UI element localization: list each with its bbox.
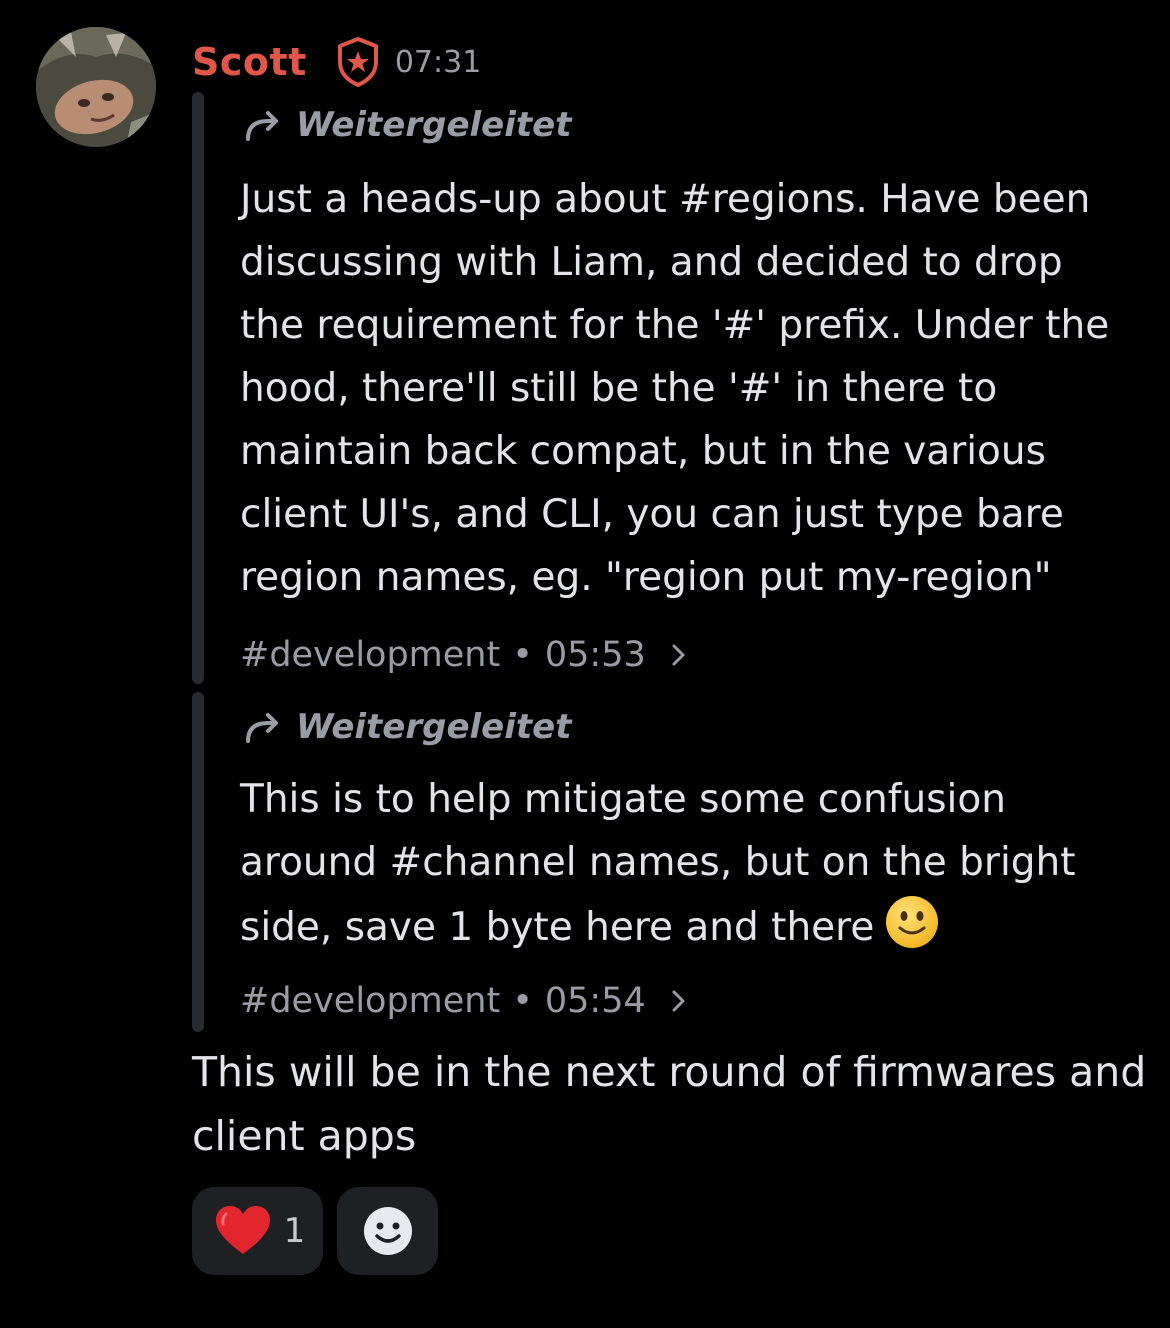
forward-body: Just a heads-up about #regions. Have bee… (240, 177, 1110, 600)
forward-label: Weitergeleitet (240, 100, 571, 150)
forward-body-text: This is to help mitigate some confusion … (240, 777, 1076, 950)
forward-label-text: Weitergeleitet (296, 105, 572, 145)
forward-channel[interactable]: #development (240, 635, 500, 675)
forward-bar (192, 692, 204, 1032)
forward-time: 05:53 (544, 635, 646, 675)
forward-channel[interactable]: #development (240, 981, 500, 1021)
reactions-bar: 1 (192, 1187, 438, 1275)
message-text: This will be in the next round of firmwa… (192, 1048, 1147, 1160)
username[interactable]: Scott (192, 40, 307, 84)
chevron-right-icon[interactable] (668, 640, 690, 670)
forward-time: 05:54 (544, 981, 646, 1021)
message-timestamp: 07:31 (394, 44, 482, 80)
separator-dot: • (512, 981, 533, 1021)
forward-label: Weitergeleitet (240, 702, 571, 752)
reaction-heart-button[interactable]: 1 (192, 1187, 323, 1275)
reaction-count: 1 (283, 1211, 306, 1251)
message-header: Scott 07:31 (192, 34, 481, 90)
forward-arrow-icon (240, 105, 284, 145)
slightly-smiling-face-icon (884, 894, 940, 950)
forwarded-message[interactable]: Weitergeleitet This is to help mitigate … (192, 692, 1152, 1032)
chevron-right-icon[interactable] (668, 986, 690, 1016)
forward-source[interactable]: #development • 05:54 (240, 976, 690, 1026)
forward-bar (192, 92, 204, 684)
shield-star-icon[interactable] (335, 36, 381, 88)
forwarded-message[interactable]: Weitergeleitet Just a heads-up about #re… (192, 92, 1152, 684)
forward-label-text: Weitergeleitet (296, 707, 572, 747)
red-heart-icon (214, 1204, 272, 1258)
forward-source[interactable]: #development • 05:53 (240, 630, 690, 680)
forward-arrow-icon (240, 707, 284, 747)
separator-dot: • (512, 635, 533, 675)
forward-body: This is to help mitigate some confusion … (240, 768, 1140, 959)
add-reaction-button[interactable] (337, 1187, 438, 1275)
add-reaction-icon (362, 1205, 414, 1257)
avatar[interactable] (36, 27, 156, 147)
